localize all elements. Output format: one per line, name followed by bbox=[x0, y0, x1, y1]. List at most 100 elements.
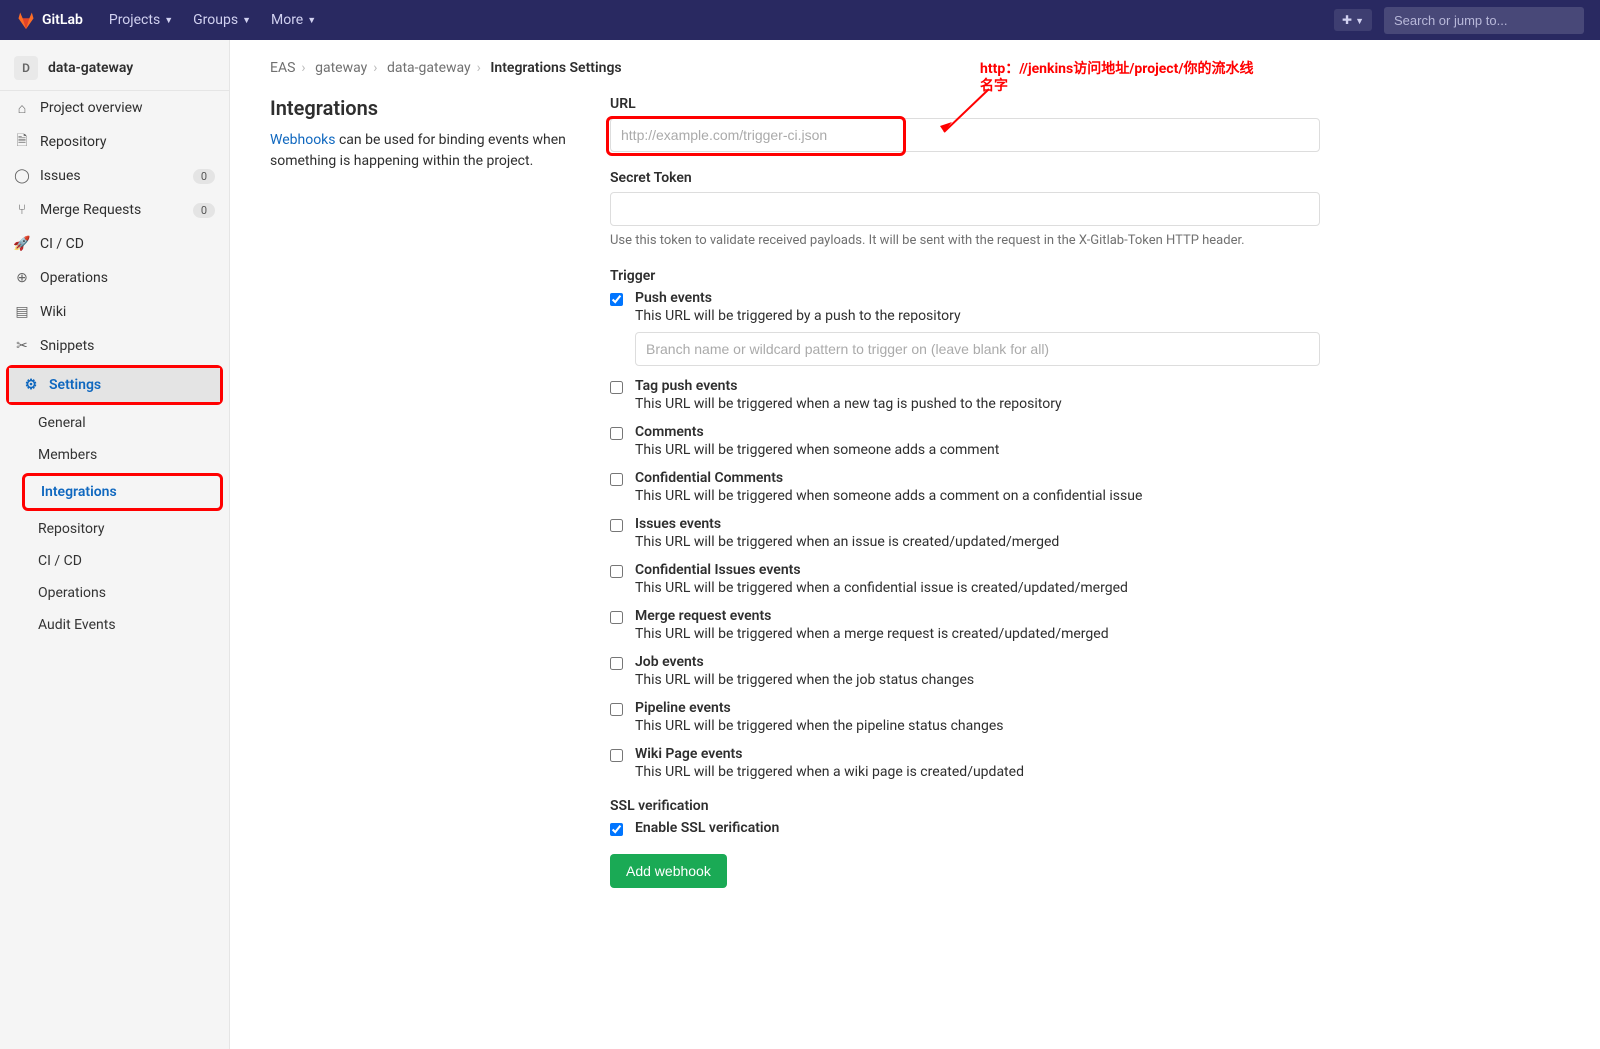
trigger-desc: This URL will be triggered when the pipe… bbox=[635, 718, 1320, 734]
chevron-down-icon: ▼ bbox=[164, 15, 173, 26]
ssl-check-label: Enable SSL verification bbox=[635, 820, 1320, 836]
add-webhook-button[interactable]: Add webhook bbox=[610, 854, 727, 888]
sidebar-item-mr[interactable]: ⑂Merge Requests0 bbox=[0, 193, 229, 227]
url-input[interactable] bbox=[610, 118, 1320, 152]
trigger-item: Merge request events This URL will be tri… bbox=[610, 608, 1320, 642]
file-icon: 🗎 bbox=[14, 134, 30, 150]
nav-projects[interactable]: Projects▼ bbox=[99, 12, 183, 28]
issues-icon: ◯ bbox=[14, 168, 30, 184]
issues-badge: 0 bbox=[193, 169, 215, 184]
trigger-item: Confidential CommentsThis URL will be tr… bbox=[610, 470, 1320, 504]
operations-icon: ⊕ bbox=[14, 270, 30, 286]
trigger-checkbox[interactable] bbox=[610, 519, 623, 532]
trigger-checkbox[interactable] bbox=[610, 703, 623, 716]
settings-repository[interactable]: Repository bbox=[0, 513, 229, 545]
book-icon: ▤ bbox=[14, 304, 30, 320]
trigger-title: Confidential Comments bbox=[635, 470, 1320, 486]
sidebar-item-snippets[interactable]: ✂Snippets bbox=[0, 329, 229, 363]
settings-cicd[interactable]: CI / CD bbox=[0, 545, 229, 577]
settings-audit[interactable]: Audit Events bbox=[0, 609, 229, 641]
crumb-current: Integrations Settings bbox=[490, 60, 621, 76]
secret-label: Secret Token bbox=[610, 170, 1320, 186]
merge-icon: ⑂ bbox=[14, 202, 30, 218]
trigger-title: Wiki Page events bbox=[635, 746, 1320, 762]
chevron-down-icon: ▼ bbox=[307, 15, 316, 26]
trigger-title: Issues events bbox=[635, 516, 1320, 532]
trigger-item: Push events This URL will be triggered by… bbox=[610, 290, 1320, 366]
trigger-checkbox[interactable] bbox=[610, 381, 623, 394]
url-label: URL bbox=[610, 96, 1320, 112]
rocket-icon: 🚀 bbox=[14, 236, 30, 252]
trigger-item: Confidential Issues events This URL will … bbox=[610, 562, 1320, 596]
trigger-desc: This URL will be triggered by a push to … bbox=[635, 308, 1320, 324]
settings-operations[interactable]: Operations bbox=[0, 577, 229, 609]
project-name: data-gateway bbox=[48, 60, 133, 76]
gear-icon: ⚙ bbox=[23, 377, 39, 393]
trigger-desc: This URL will be triggered when someone … bbox=[635, 442, 1320, 458]
project-avatar: D bbox=[14, 56, 38, 80]
trigger-checkbox[interactable] bbox=[610, 293, 623, 306]
sidebar-item-repository[interactable]: 🗎Repository bbox=[0, 125, 229, 159]
scissors-icon: ✂ bbox=[14, 338, 30, 354]
trigger-desc: This URL will be triggered when a wiki p… bbox=[635, 764, 1320, 780]
sidebar-item-issues[interactable]: ◯Issues0 bbox=[0, 159, 229, 193]
trigger-item: Issues events This URL will be triggered … bbox=[610, 516, 1320, 550]
trigger-title: Tag push events bbox=[635, 378, 1320, 394]
gitlab-icon bbox=[16, 10, 36, 30]
brand-name: GitLab bbox=[42, 12, 83, 28]
new-button[interactable]: ✚ ▼ bbox=[1334, 9, 1372, 31]
ssl-checkbox[interactable] bbox=[610, 823, 623, 836]
crumb-eas[interactable]: EAS bbox=[270, 60, 295, 76]
search-input[interactable] bbox=[1384, 7, 1584, 34]
ssl-label: SSL verification bbox=[610, 798, 1320, 814]
webhooks-link[interactable]: Webhooks bbox=[270, 132, 336, 148]
sidebar-item-overview[interactable]: ⌂Project overview bbox=[0, 91, 229, 125]
trigger-desc: This URL will be triggered when a new ta… bbox=[635, 396, 1320, 412]
trigger-desc: This URL will be triggered when a confid… bbox=[635, 580, 1320, 596]
trigger-title: Job events bbox=[635, 654, 1320, 670]
sidebar: D data-gateway ⌂Project overview 🗎Reposi… bbox=[0, 40, 230, 1049]
sidebar-item-cicd[interactable]: 🚀CI / CD bbox=[0, 227, 229, 261]
trigger-title: Push events bbox=[635, 290, 1320, 306]
mr-badge: 0 bbox=[193, 203, 215, 218]
trigger-title: Merge request events bbox=[635, 608, 1320, 624]
trigger-title: Pipeline events bbox=[635, 700, 1320, 716]
branch-filter-input[interactable] bbox=[635, 332, 1320, 366]
page-intro: Webhooks can be used for binding events … bbox=[270, 130, 570, 172]
chevron-down-icon: ▼ bbox=[242, 15, 251, 26]
trigger-desc: This URL will be triggered when a merge … bbox=[635, 626, 1320, 642]
page-title: Integrations bbox=[270, 96, 570, 120]
main-content: EAS› gateway› data-gateway› Integrations… bbox=[230, 40, 1360, 1049]
trigger-checkbox[interactable] bbox=[610, 657, 623, 670]
trigger-item: Wiki Page events This URL will be trigger… bbox=[610, 746, 1320, 780]
nav-more[interactable]: More▼ bbox=[261, 12, 326, 28]
trigger-checkbox[interactable] bbox=[610, 565, 623, 578]
secret-help: Use this token to validate received payl… bbox=[610, 232, 1320, 250]
gitlab-logo[interactable]: GitLab bbox=[16, 10, 83, 30]
home-icon: ⌂ bbox=[14, 100, 30, 116]
trigger-title: Confidential Issues events bbox=[635, 562, 1320, 578]
sidebar-item-wiki[interactable]: ▤Wiki bbox=[0, 295, 229, 329]
crumb-data-gateway[interactable]: data-gateway bbox=[387, 60, 471, 76]
settings-integrations[interactable]: Integrations bbox=[25, 476, 220, 508]
sidebar-item-settings[interactable]: ⚙Settings bbox=[9, 368, 220, 402]
secret-input[interactable] bbox=[610, 192, 1320, 226]
trigger-checkbox[interactable] bbox=[610, 427, 623, 440]
nav-groups[interactable]: Groups▼ bbox=[183, 12, 261, 28]
settings-members[interactable]: Members bbox=[0, 439, 229, 471]
project-header[interactable]: D data-gateway bbox=[0, 46, 229, 91]
sidebar-item-operations[interactable]: ⊕Operations bbox=[0, 261, 229, 295]
trigger-desc: This URL will be triggered when an issue… bbox=[635, 534, 1320, 550]
trigger-checkbox[interactable] bbox=[610, 749, 623, 762]
trigger-label: Trigger bbox=[610, 268, 1320, 284]
breadcrumb: EAS› gateway› data-gateway› Integrations… bbox=[270, 60, 1320, 76]
trigger-item: Pipeline events This URL will be triggere… bbox=[610, 700, 1320, 734]
trigger-checkbox[interactable] bbox=[610, 473, 623, 486]
crumb-gateway[interactable]: gateway bbox=[315, 60, 367, 76]
trigger-item: Job events This URL will be triggered whe… bbox=[610, 654, 1320, 688]
trigger-item: CommentsThis URL will be triggered when … bbox=[610, 424, 1320, 458]
trigger-desc: This URL will be triggered when the job … bbox=[635, 672, 1320, 688]
topbar: GitLab Projects▼ Groups▼ More▼ ✚ ▼ bbox=[0, 0, 1600, 40]
settings-general[interactable]: General bbox=[0, 407, 229, 439]
trigger-checkbox[interactable] bbox=[610, 611, 623, 624]
